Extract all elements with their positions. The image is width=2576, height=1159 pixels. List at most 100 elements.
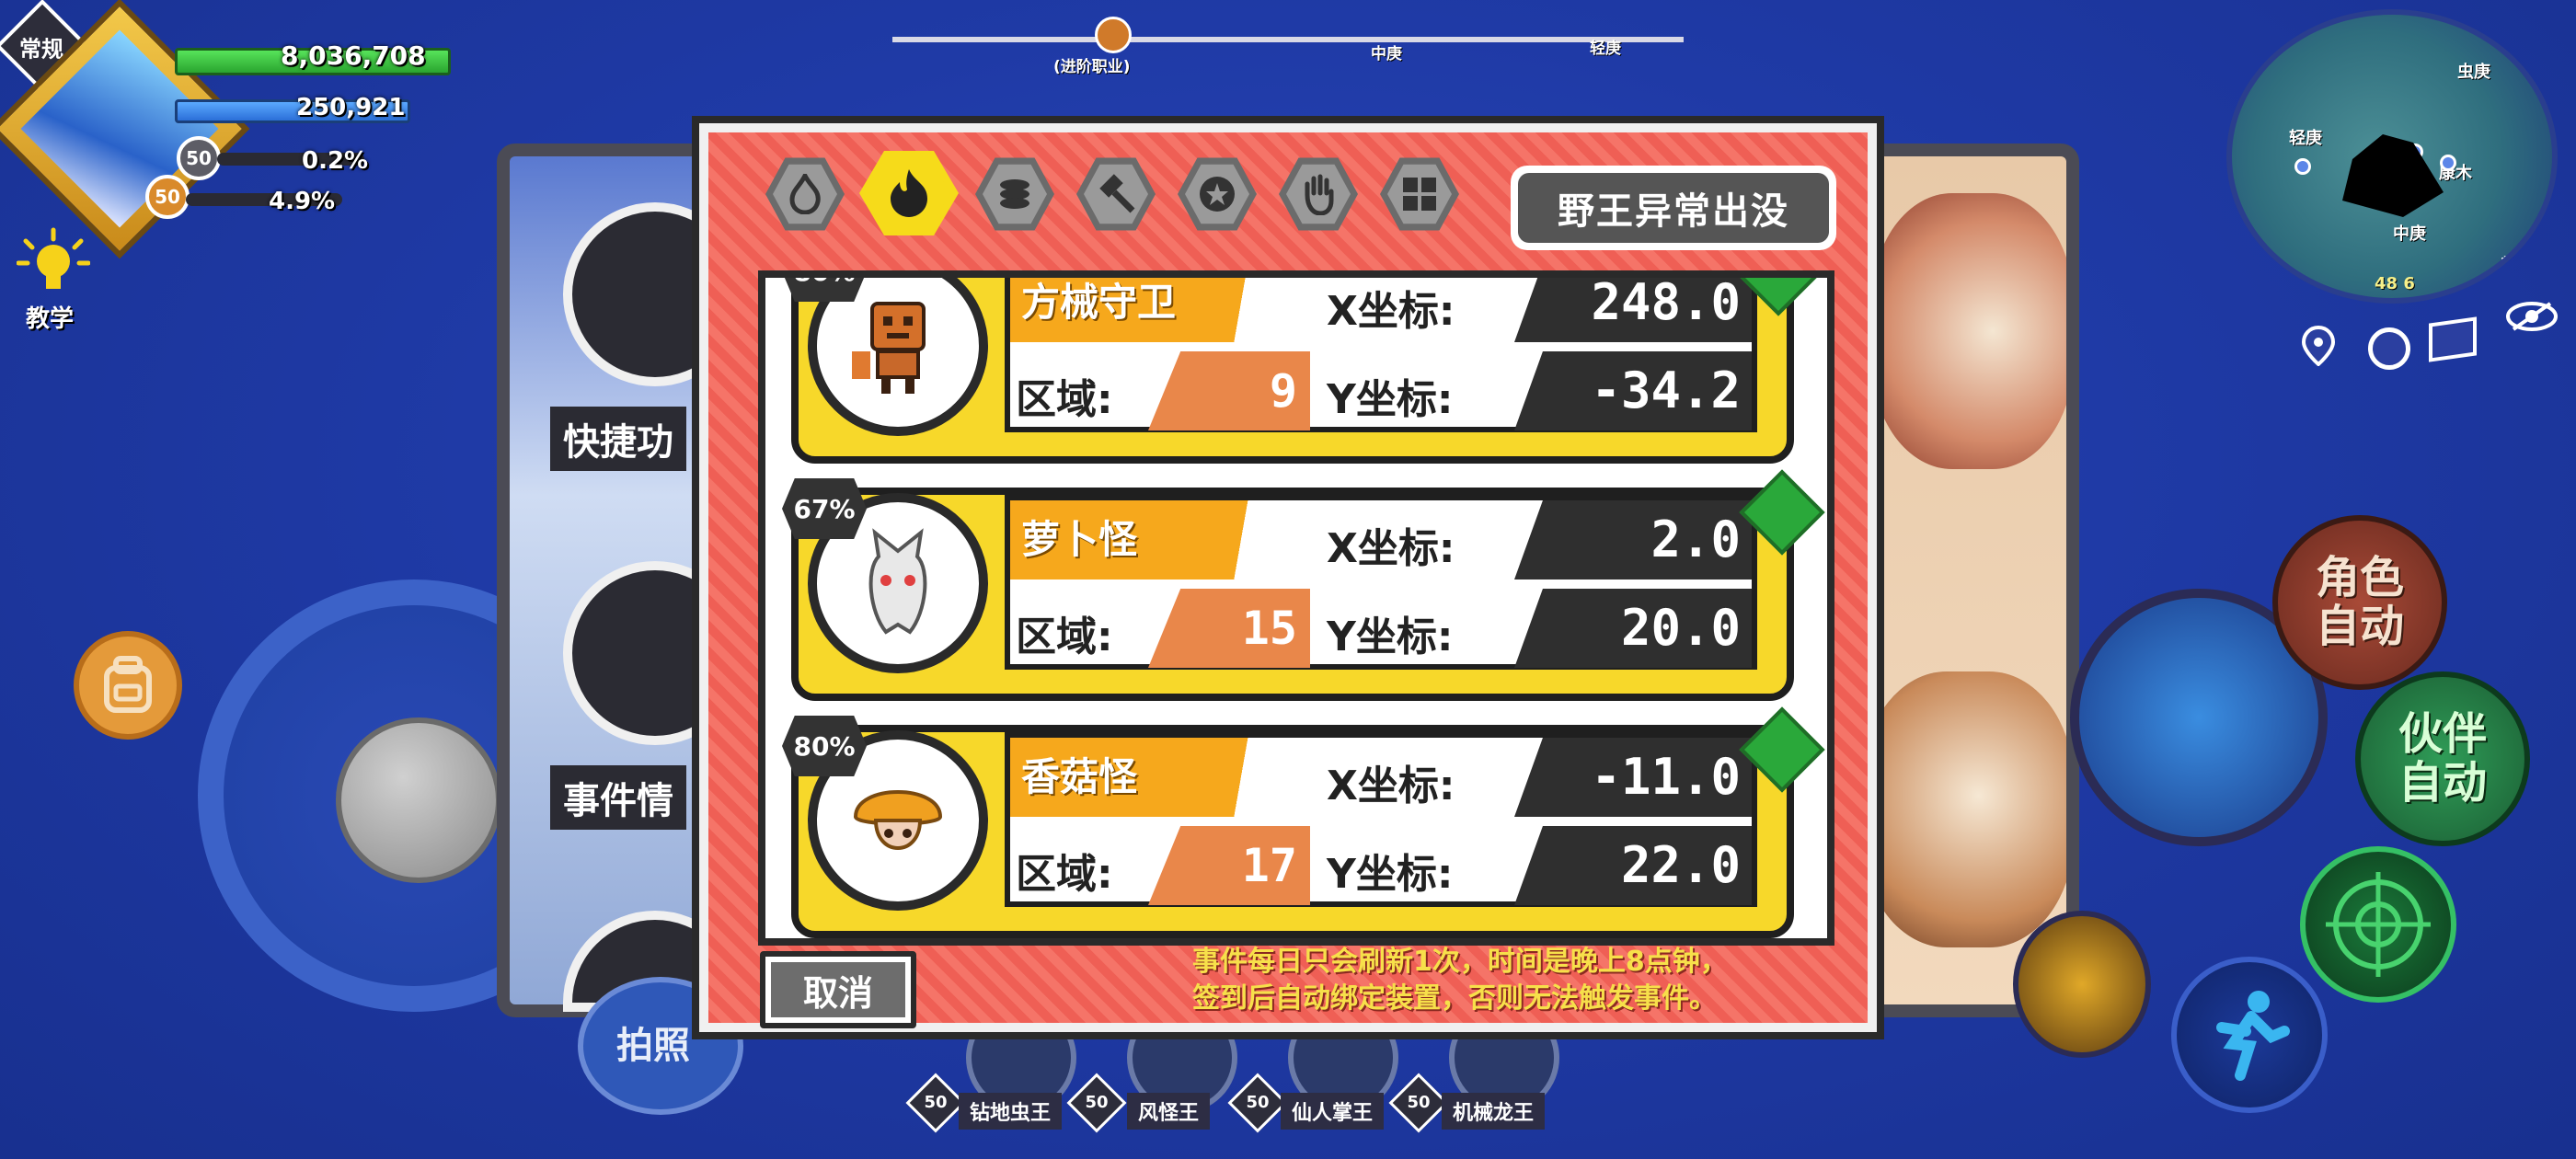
cancel-button[interactable]: 取消 bbox=[760, 951, 916, 1028]
star-tab-icon bbox=[1185, 164, 1249, 224]
boss-level: 50 bbox=[1246, 1093, 1270, 1112]
boss-name: 方械守卫 bbox=[1010, 278, 1286, 342]
percent-b: 4.9% bbox=[269, 188, 336, 215]
map-marker bbox=[2440, 155, 2456, 171]
tutorial-label[interactable]: 教学 bbox=[26, 300, 74, 334]
character-art-bottom bbox=[1871, 671, 2066, 947]
running-man-icon bbox=[2216, 991, 2290, 1081]
boss-name: 萝卜怪 bbox=[1010, 500, 1286, 580]
flame-burst-tab[interactable] bbox=[859, 151, 959, 235]
level-badge-b: 50 bbox=[145, 175, 190, 219]
timeline-label-main: (进阶职业) bbox=[1053, 58, 1131, 76]
region-value: 17 bbox=[1148, 826, 1310, 905]
x-coordinate: 248.0 bbox=[1514, 278, 1752, 342]
character-art-top bbox=[1871, 193, 2066, 469]
map-label: 中庚 bbox=[2393, 224, 2426, 244]
timeline-label-right: 轻庚 bbox=[1590, 40, 1621, 58]
backpack-button[interactable] bbox=[74, 631, 182, 740]
percent-a: 0.2% bbox=[302, 147, 369, 175]
row-data: 萝卜怪 X坐标: 2.0 区域: 15 Y坐标: 20.0 bbox=[1005, 495, 1757, 670]
sprint-button[interactable] bbox=[2171, 957, 2328, 1113]
notice-line-1: 事件每日只会刷新1次，时间是晚上8点钟， bbox=[1192, 946, 1728, 978]
fire-tab-icon bbox=[773, 164, 837, 224]
boss-list[interactable]: 80% 方械守卫 X坐标: 248.0 区域: 9 Y坐标: -34.2 67%… bbox=[758, 270, 1834, 946]
y-coordinate: -34.2 bbox=[1514, 351, 1752, 430]
minimap[interactable]: 虫庚 轻庚 康木 中庚 麒 庚 48 6 bbox=[2226, 9, 2558, 304]
boss-level: 50 bbox=[924, 1093, 948, 1112]
hammer-tab-icon bbox=[1084, 164, 1148, 224]
robot-guard-icon bbox=[852, 302, 926, 394]
map-label: 庚 bbox=[2289, 278, 2306, 297]
radish-monster-icon bbox=[868, 528, 927, 635]
hp-value: 8,036,708 bbox=[281, 40, 426, 71]
target-swirl-icon[interactable] bbox=[2368, 327, 2410, 370]
map-label: 轻庚 bbox=[2289, 129, 2322, 148]
star-tab[interactable] bbox=[1178, 157, 1257, 231]
role-auto-label: 角色 自动 bbox=[2315, 552, 2404, 652]
region-label: 区域: bbox=[1016, 614, 1113, 660]
boss-name: 仙人掌王 bbox=[1281, 1093, 1385, 1130]
timeline-marker-icon bbox=[1095, 17, 1132, 53]
map-coords: 48 6 bbox=[2375, 274, 2415, 293]
region-label: 区域: bbox=[1016, 376, 1113, 423]
coins-tab-icon bbox=[983, 164, 1047, 224]
progress-timeline bbox=[892, 37, 1684, 42]
boss-name: 钻地虫王 bbox=[959, 1093, 1063, 1130]
right-side-panel bbox=[1858, 143, 2079, 1017]
partner-auto-label: 伙伴 自动 bbox=[2398, 708, 2487, 809]
dialog-body: 野王异常出没 80% 方械守卫 X坐标: 248.0 区域: 9 Y坐标: -3… bbox=[708, 132, 1868, 1028]
event-notice: 事件每日只会刷新1次，时间是晚上8点钟， 签到后自动绑定装置，否则无法触发事件。 bbox=[1192, 944, 1836, 1017]
y-label: Y坐标: bbox=[1327, 851, 1454, 898]
y-coordinate: 20.0 bbox=[1514, 589, 1752, 668]
x-label: X坐标: bbox=[1327, 763, 1455, 809]
flame-burst-tab-icon bbox=[868, 157, 950, 229]
location-pin-icon[interactable] bbox=[2300, 325, 2337, 367]
eye-hide-icon[interactable] bbox=[2504, 300, 2559, 333]
hammer-tab[interactable] bbox=[1076, 157, 1156, 231]
timeline-label-mid: 中庚 bbox=[1371, 45, 1402, 63]
crosshair-icon bbox=[2326, 872, 2431, 977]
list-item[interactable]: 67% 萝卜怪 X坐标: 2.0 区域: 15 Y坐标: 20.0 bbox=[782, 469, 1825, 701]
joystick-knob[interactable] bbox=[336, 717, 501, 883]
camera-label: 拍照 bbox=[616, 1025, 690, 1067]
grid-tab-icon bbox=[1387, 164, 1452, 224]
map-toggle-icon[interactable] bbox=[2429, 316, 2477, 362]
region-value: 9 bbox=[1148, 351, 1310, 430]
boss-name: 香菇怪 bbox=[1010, 738, 1286, 817]
list-item[interactable]: 80% 方械守卫 X坐标: 248.0 区域: 9 Y坐标: -34.2 bbox=[782, 278, 1822, 464]
wild-boss-event-dialog: 野王异常出没 80% 方械守卫 X坐标: 248.0 区域: 9 Y坐标: -3… bbox=[692, 116, 1884, 1039]
cancel-label: 取消 bbox=[771, 962, 905, 1017]
fire-tab[interactable] bbox=[765, 157, 845, 231]
row-data: 香菇怪 X坐标: -11.0 区域: 17 Y坐标: 22.0 bbox=[1005, 732, 1757, 907]
map-label: 麒 bbox=[2501, 256, 2517, 275]
x-label: X坐标: bbox=[1327, 288, 1455, 335]
backpack-icon bbox=[104, 656, 152, 713]
list-item[interactable]: 80% 香菇怪 X坐标: -11.0 区域: 17 Y坐标: 22.0 bbox=[782, 706, 1825, 938]
skill-side-icon[interactable] bbox=[2013, 911, 2151, 1058]
event-info-label: 事件情 bbox=[550, 765, 686, 830]
map-marker bbox=[2294, 158, 2311, 175]
drop-percent-badge: 80% bbox=[782, 716, 867, 776]
partner-auto-button[interactable]: 伙伴 自动 bbox=[2355, 671, 2530, 846]
tutorial-bulb-icon[interactable] bbox=[16, 226, 91, 300]
y-label: Y坐标: bbox=[1327, 614, 1454, 660]
mushroom-monster-icon bbox=[853, 790, 943, 850]
hand-tab[interactable] bbox=[1279, 157, 1358, 231]
boss-name: 风怪王 bbox=[1127, 1093, 1211, 1130]
coins-tab[interactable] bbox=[975, 157, 1054, 231]
grid-tab[interactable] bbox=[1380, 157, 1459, 231]
boss-level: 50 bbox=[1407, 1093, 1431, 1112]
target-lock-button[interactable] bbox=[2300, 846, 2456, 1003]
role-auto-button[interactable]: 角色 自动 bbox=[2272, 515, 2447, 690]
region-value: 15 bbox=[1148, 589, 1310, 668]
map-label: 虫庚 bbox=[2457, 63, 2490, 82]
notice-line-2: 签到后自动绑定装置，否则无法触发事件。 bbox=[1192, 982, 1717, 1015]
drop-percent-badge: 67% bbox=[782, 478, 867, 539]
hand-tab-icon bbox=[1286, 164, 1351, 224]
row-data: 方械守卫 X坐标: 248.0 区域: 9 Y坐标: -34.2 bbox=[1005, 278, 1757, 432]
quick-function-label: 快捷功 bbox=[550, 407, 686, 471]
dialog-title-badge: 野王异常出没 bbox=[1511, 166, 1836, 250]
boss-name: 机械龙王 bbox=[1442, 1093, 1546, 1130]
player-marker-icon bbox=[2342, 134, 2444, 217]
y-coordinate: 22.0 bbox=[1514, 826, 1752, 905]
